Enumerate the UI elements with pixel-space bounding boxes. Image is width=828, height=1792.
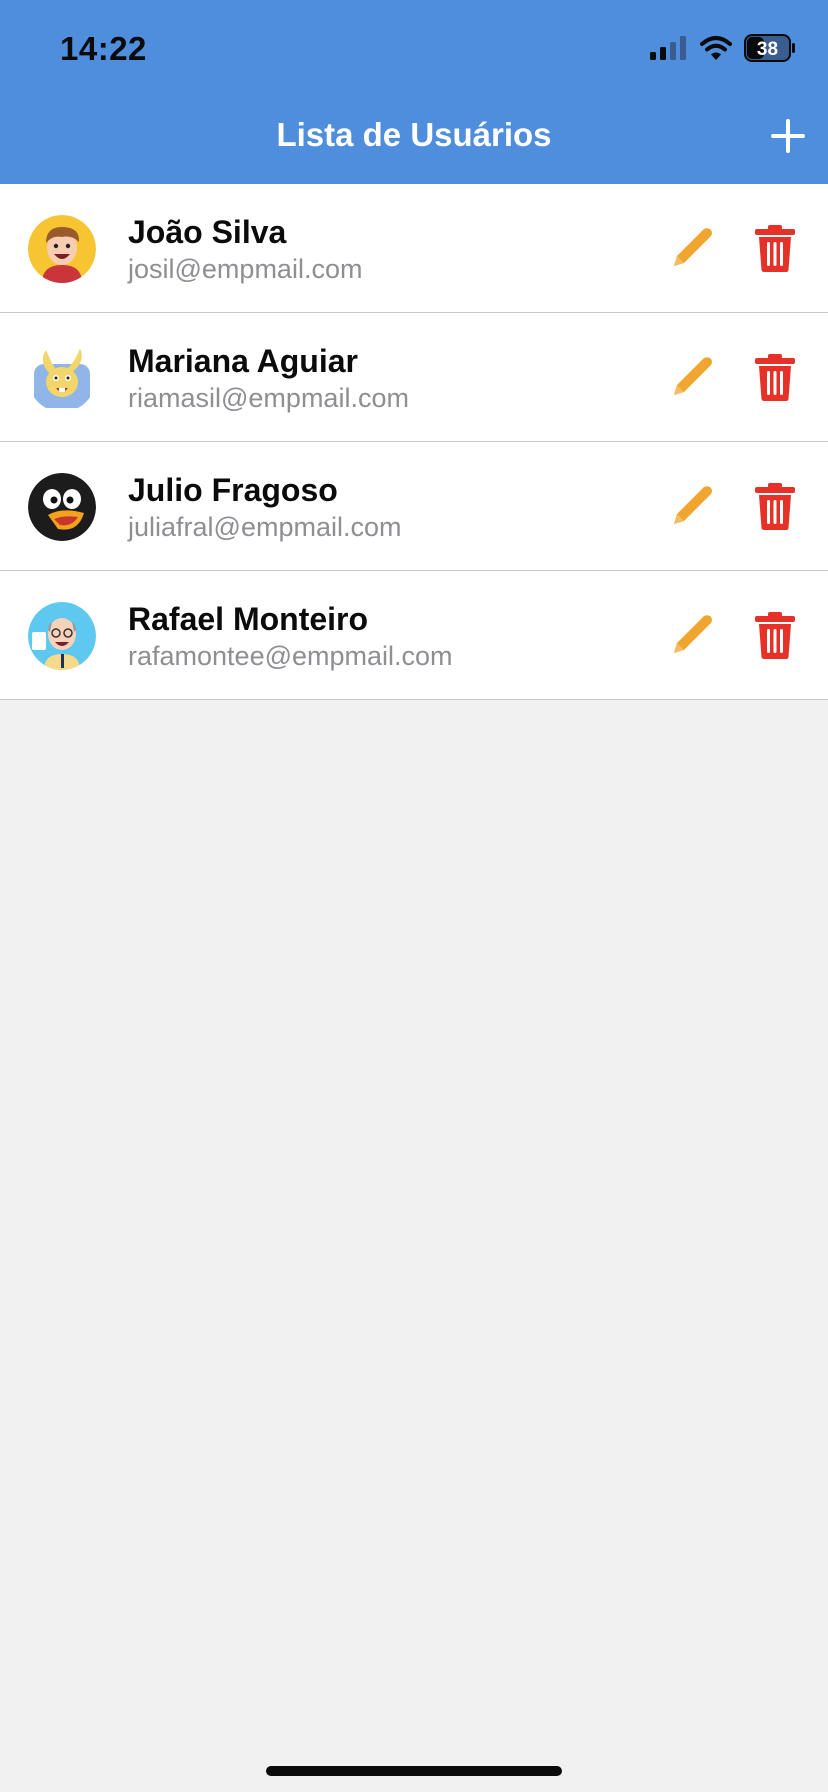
user-name: João Silva — [128, 214, 287, 250]
top-bar: 14:22 38 Lista de Usuários — [0, 0, 828, 184]
cartoon-boy-avatar — [28, 215, 96, 283]
user-name: Mariana Aguiar — [128, 343, 358, 379]
trash-icon — [755, 354, 795, 401]
wifi-icon — [700, 36, 732, 60]
trash-icon — [755, 483, 795, 530]
user-name: Julio Fragoso — [128, 472, 338, 508]
pencil-icon — [674, 486, 712, 524]
cartoon-man-avatar — [28, 602, 96, 670]
list-item[interactable]: João Silva josil@empmail.com — [0, 184, 828, 313]
page-title: Lista de Usuários — [276, 116, 552, 153]
pencil-icon — [674, 357, 712, 395]
add-user-button[interactable] — [770, 118, 806, 154]
cartoon-rabbit-avatar — [28, 344, 96, 412]
plus-icon — [771, 119, 805, 153]
trash-icon — [755, 612, 795, 659]
battery-icon: 38 — [744, 34, 795, 62]
status-time: 14:22 — [60, 30, 147, 67]
trash-icon — [755, 225, 795, 272]
home-indicator[interactable] — [266, 1766, 562, 1776]
edit-user-button[interactable] — [668, 611, 716, 659]
status-icons: 38 — [650, 34, 796, 62]
delete-user-button[interactable] — [754, 353, 796, 401]
pencil-icon — [674, 228, 712, 266]
cellular-signal-icon — [650, 36, 686, 60]
user-email: rafamontee@empmail.com — [128, 641, 453, 671]
user-email: josil@empmail.com — [128, 254, 363, 284]
pencil-icon — [674, 615, 712, 653]
user-list: João Silva josil@empmail.com Mariana Agu… — [0, 184, 828, 700]
battery-level: 38 — [757, 39, 778, 60]
edit-user-button[interactable] — [668, 224, 716, 272]
list-item[interactable]: Mariana Aguiar riamasil@empmail.com — [0, 313, 828, 442]
edit-user-button[interactable] — [668, 353, 716, 401]
edit-user-button[interactable] — [668, 482, 716, 530]
user-email: riamasil@empmail.com — [128, 383, 409, 413]
list-item[interactable]: Julio Fragoso juliafral@empmail.com — [0, 442, 828, 571]
user-name: Rafael Monteiro — [128, 601, 369, 637]
delete-user-button[interactable] — [754, 224, 796, 272]
delete-user-button[interactable] — [754, 482, 796, 530]
cartoon-penguin-avatar — [28, 473, 96, 541]
delete-user-button[interactable] — [754, 611, 796, 659]
user-email: juliafral@empmail.com — [128, 512, 402, 542]
list-item[interactable]: Rafael Monteiro rafamontee@empmail.com — [0, 571, 828, 700]
